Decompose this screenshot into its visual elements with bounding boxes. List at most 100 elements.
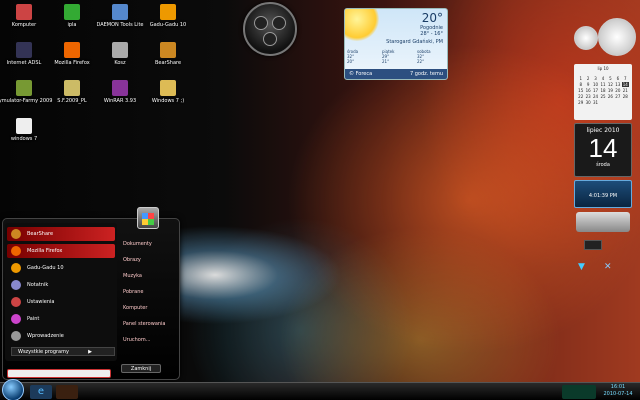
taskbar-clock[interactable]: 16:01 2010-07-14 [598,384,638,398]
calendar-day[interactable]: 11 [599,82,606,87]
calendar-day[interactable]: 6 [614,76,621,81]
start-menu-place[interactable]: Pobrane [123,289,143,295]
forecast-day: środa 32° 20° [347,49,377,64]
app-icon [112,4,128,20]
calendar-day[interactable]: 5 [607,76,614,81]
start-menu-place[interactable]: Panel sterowania [123,321,166,327]
calendar-day[interactable]: 4 [599,76,606,81]
start-menu-item-label: BearShare [27,231,54,237]
calendar-day[interactable]: 26 [607,94,614,99]
date-gadget[interactable]: lipiec 2010 14 środa [574,123,632,177]
calendar-gadget[interactable]: lip 10 1 2 3 4 5 6 7 8 9 10 11 12 13 14 15 16 17 18 19 20 21… [574,64,632,120]
shutdown-button[interactable]: Zamknij [121,364,161,373]
download-arrow-icon[interactable]: ▼ [578,262,588,272]
date-day: 14 [588,133,618,163]
user-picture[interactable] [137,207,159,229]
start-menu-item[interactable]: Mozilla Firefox [7,244,115,258]
calendar-day[interactable]: 25 [599,94,606,99]
calendar-day[interactable]: 29 [577,100,584,105]
start-menu-place[interactable]: Obrazy [123,257,141,263]
clock-subdial [272,16,286,30]
firefox-icon[interactable] [56,385,78,399]
app-icon [64,4,80,20]
weather-range: 28° - 16° [420,31,443,37]
timer-controls[interactable] [575,181,631,193]
calendar-day[interactable]: 22 [577,94,584,99]
start-menu-item[interactable]: BearShare [7,227,115,241]
taskbar-time: 16:01 [610,384,626,390]
start-menu-item[interactable]: Notatnik [7,278,115,292]
timer-gadget[interactable]: 4:01:39 PM [574,180,632,208]
weather-footer: © Foreca 7 godz. temu [345,69,447,79]
desktop-icon-label: BearShare [154,60,182,66]
desktop-icon[interactable]: windows 7 [0,118,54,142]
all-programs-label: Wszystkie programy [18,349,69,355]
cpu-meter-gadget[interactable] [574,26,598,50]
clock-gadget[interactable] [243,2,297,56]
forecast-lo: 20° [347,59,355,64]
calendar-day[interactable]: 2 [584,76,591,81]
weather-source[interactable]: © Foreca [349,71,372,77]
search-input[interactable] [7,369,111,378]
start-menu-place[interactable]: Uruchom... [123,337,151,343]
start-menu-item-label: Paint [27,316,40,322]
calendar-day[interactable]: 17 [592,88,599,93]
calendar-day[interactable]: 9 [584,82,591,87]
calendar-day[interactable]: 18 [599,88,606,93]
calendar-day[interactable]: 10 [592,82,599,87]
calendar-day[interactable]: 1 [577,76,584,81]
calendar-month: lip 10 [597,66,609,71]
desktop-icon[interactable]: Gadu-Gadu 10 [138,4,198,28]
calendar-day[interactable]: 14 [621,82,629,87]
sun-icon [345,9,379,41]
start-menu-item[interactable]: Wprowadzenie [7,329,115,343]
calendar-day[interactable]: 13 [614,82,621,87]
start-menu-place[interactable]: Dokumenty [123,241,152,247]
app-icon [16,80,32,96]
desktop-icon[interactable]: BearShare [138,42,198,66]
calendar-day[interactable]: 30 [584,100,591,105]
calendar-day[interactable]: 23 [584,94,591,99]
weather-updated: 7 godz. temu [409,71,443,77]
timer-time: 4:01:39 PM [588,193,618,199]
app-icon [160,4,176,20]
calendar-day[interactable]: 21 [622,88,629,93]
calendar-day[interactable]: 7 [622,76,629,81]
start-menu-item[interactable]: Gadu-Gadu 10 [7,261,115,275]
calendar-grid: 1 2 3 4 5 6 7 8 9 10 11 12 13 14 15 16 17 18 19 20 21 22 23 24 2… [577,76,629,105]
tray-icons[interactable] [562,385,596,399]
windows-logo-icon [142,213,154,225]
forecast-lo: 22° [417,59,425,64]
start-menu-item[interactable]: Ustawienia [7,295,115,309]
desktop-icon-label: windows 7 [10,136,38,142]
start-button[interactable] [2,379,24,400]
calendar-day[interactable]: 27 [614,94,621,99]
calendar-day[interactable]: 24 [592,94,599,99]
calendar-day[interactable]: 28 [622,94,629,99]
start-menu-item-label: Wprowadzenie [27,333,64,339]
drive-gadget[interactable] [584,240,602,250]
calendar-day[interactable]: 3 [592,76,599,81]
calendar-day[interactable]: 16 [584,88,591,93]
clock-subdial [263,32,277,46]
weather-temp: 20° [421,11,443,25]
start-menu-item[interactable]: Paint [7,312,115,326]
start-menu-item-label: Ustawienia [27,299,55,305]
calendar-day[interactable]: 15 [577,88,584,93]
volume-gadget[interactable] [576,212,630,232]
calendar-day[interactable]: 8 [577,82,584,87]
program-icon [11,263,21,273]
start-menu-place[interactable]: Komputer [123,305,147,311]
date-weekday: środa [596,162,610,168]
calendar-day[interactable]: 31 [592,100,599,105]
network-icon[interactable]: ✕ [604,262,614,272]
desktop-icon[interactable]: Windows 7 ;) [138,80,198,104]
ie-icon[interactable]: e [30,385,52,399]
ram-meter-gadget[interactable] [598,18,636,56]
all-programs-button[interactable]: Wszystkie programy ▶ [11,347,115,356]
start-menu-place[interactable]: Muzyka [123,273,142,279]
calendar-day[interactable]: 20 [614,88,621,93]
weather-gadget[interactable]: 20° Pogodnie 28° - 16° Starogard Gdański… [344,8,448,80]
calendar-day[interactable]: 12 [607,82,614,87]
calendar-day[interactable]: 19 [607,88,614,93]
